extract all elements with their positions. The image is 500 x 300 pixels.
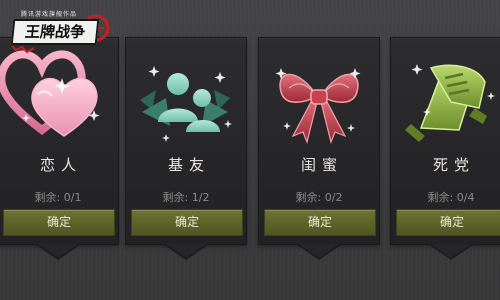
remaining-count: 剩余: 1/2 xyxy=(162,191,210,204)
card-name: 闺蜜 xyxy=(300,156,343,174)
bow-icon xyxy=(259,38,379,148)
card-lover: 恋人 剩余: 0/1 确定 xyxy=(0,37,119,260)
confirm-button[interactable]: 确定 xyxy=(396,209,500,236)
card-bestie: 闺蜜 剩余: 0/2 确定 xyxy=(258,37,380,260)
remaining-count: 剩余: 0/2 xyxy=(295,191,343,204)
card-sworn-friend: 死党 剩余: 0/4 确定 xyxy=(390,37,500,260)
logo-tagline: 腾讯游戏旗舰作品 xyxy=(20,11,77,18)
confirm-button[interactable]: 确定 xyxy=(131,209,243,236)
card-pointer xyxy=(299,244,339,258)
card-pointer xyxy=(431,244,471,258)
game-logo: 腾讯游戏旗舰作品 王牌战争 xyxy=(4,6,112,62)
card-pointer xyxy=(166,244,206,258)
remaining-count: 剩余: 0/4 xyxy=(427,191,475,204)
remaining-count: 剩余: 0/1 xyxy=(34,191,82,204)
confirm-button[interactable]: 确定 xyxy=(264,209,376,236)
card-buddy: 基友 剩余: 1/2 确定 xyxy=(125,37,247,260)
friends-icon xyxy=(126,38,246,148)
card-name: 基友 xyxy=(167,156,210,174)
card-pointer xyxy=(38,244,78,258)
logo-title: 王牌战争 xyxy=(10,19,100,45)
confirm-button[interactable]: 确定 xyxy=(3,209,115,236)
card-name: 恋人 xyxy=(39,156,82,174)
handshake-icon xyxy=(391,38,500,148)
card-name: 死党 xyxy=(432,156,475,174)
